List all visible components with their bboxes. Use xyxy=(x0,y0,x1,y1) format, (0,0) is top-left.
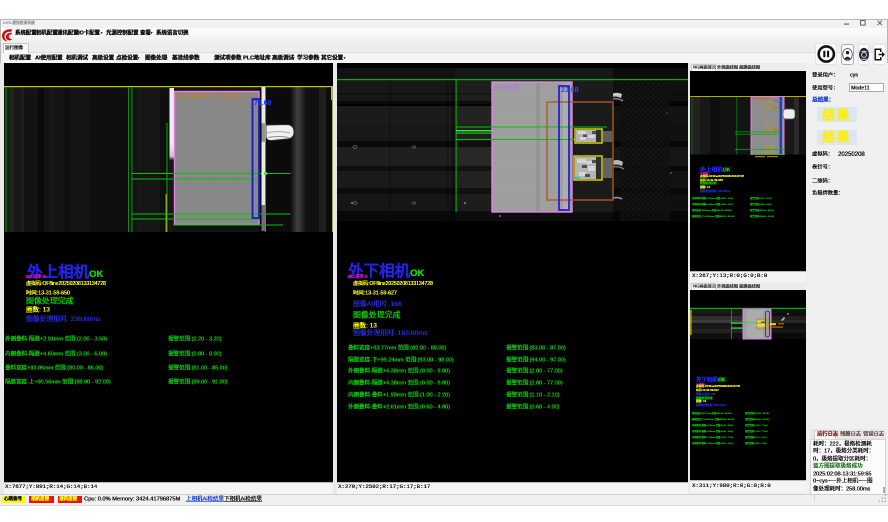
svg-text:AI检测框: AI检测框 xyxy=(494,83,520,92)
svg-text:灰度阈值:93, 动态阈值:100: 灰度阈值:93, 动态阈值:100 xyxy=(176,91,252,100)
svg-text:73.68: 73.68 xyxy=(254,100,272,107)
svg-text:23.68: 23.68 xyxy=(561,87,579,94)
svg-text:73.68: 73.68 xyxy=(774,100,783,104)
